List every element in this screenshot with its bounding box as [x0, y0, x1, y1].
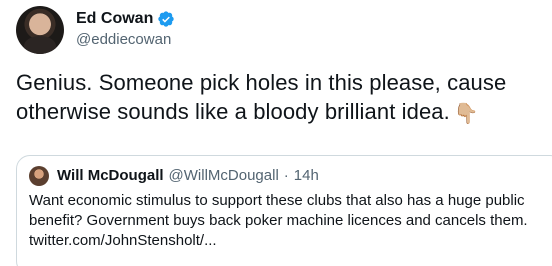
pointing-down-emoji-icon: 👇🏼	[453, 103, 479, 125]
author-display-name[interactable]: Ed Cowan	[76, 9, 153, 29]
quoted-tweet-card[interactable]: Will McDougall @WillMcDougall · 14h Want…	[16, 155, 552, 266]
separator-dot: ·	[283, 167, 289, 184]
tweet-header: Ed Cowan @eddiecowan	[16, 6, 175, 54]
quoted-author-handle[interactable]: @WillMcDougall	[169, 166, 279, 186]
tweet-text: Genius. Someone pick holes in this pleas…	[16, 68, 546, 128]
quoted-tweet-time[interactable]: 14h	[294, 166, 319, 186]
author-name-row: Ed Cowan	[76, 9, 175, 29]
author-avatar[interactable]	[16, 6, 64, 54]
quoted-tweet-link[interactable]: twitter.com/JohnStensholt/...	[29, 231, 549, 251]
quoted-author-avatar	[29, 166, 49, 186]
quoted-author-display-name[interactable]: Will McDougall	[57, 166, 164, 186]
tweet-body: Genius. Someone pick holes in this pleas…	[16, 70, 507, 124]
tweet-card: Ed Cowan @eddiecowan Genius. Someone pic…	[0, 0, 552, 266]
quoted-tweet-line-1: Want economic stimulus to support these …	[29, 192, 525, 209]
quoted-tweet-header: Will McDougall @WillMcDougall · 14h	[29, 166, 551, 186]
author-handle[interactable]: @eddiecowan	[76, 30, 175, 50]
verified-badge-icon	[157, 10, 175, 28]
quoted-tweet-line-2: benefit? Government buys back poker mach…	[29, 212, 528, 229]
quoted-tweet-text: Want economic stimulus to support these …	[29, 191, 549, 251]
author-info: Ed Cowan @eddiecowan	[76, 9, 175, 50]
